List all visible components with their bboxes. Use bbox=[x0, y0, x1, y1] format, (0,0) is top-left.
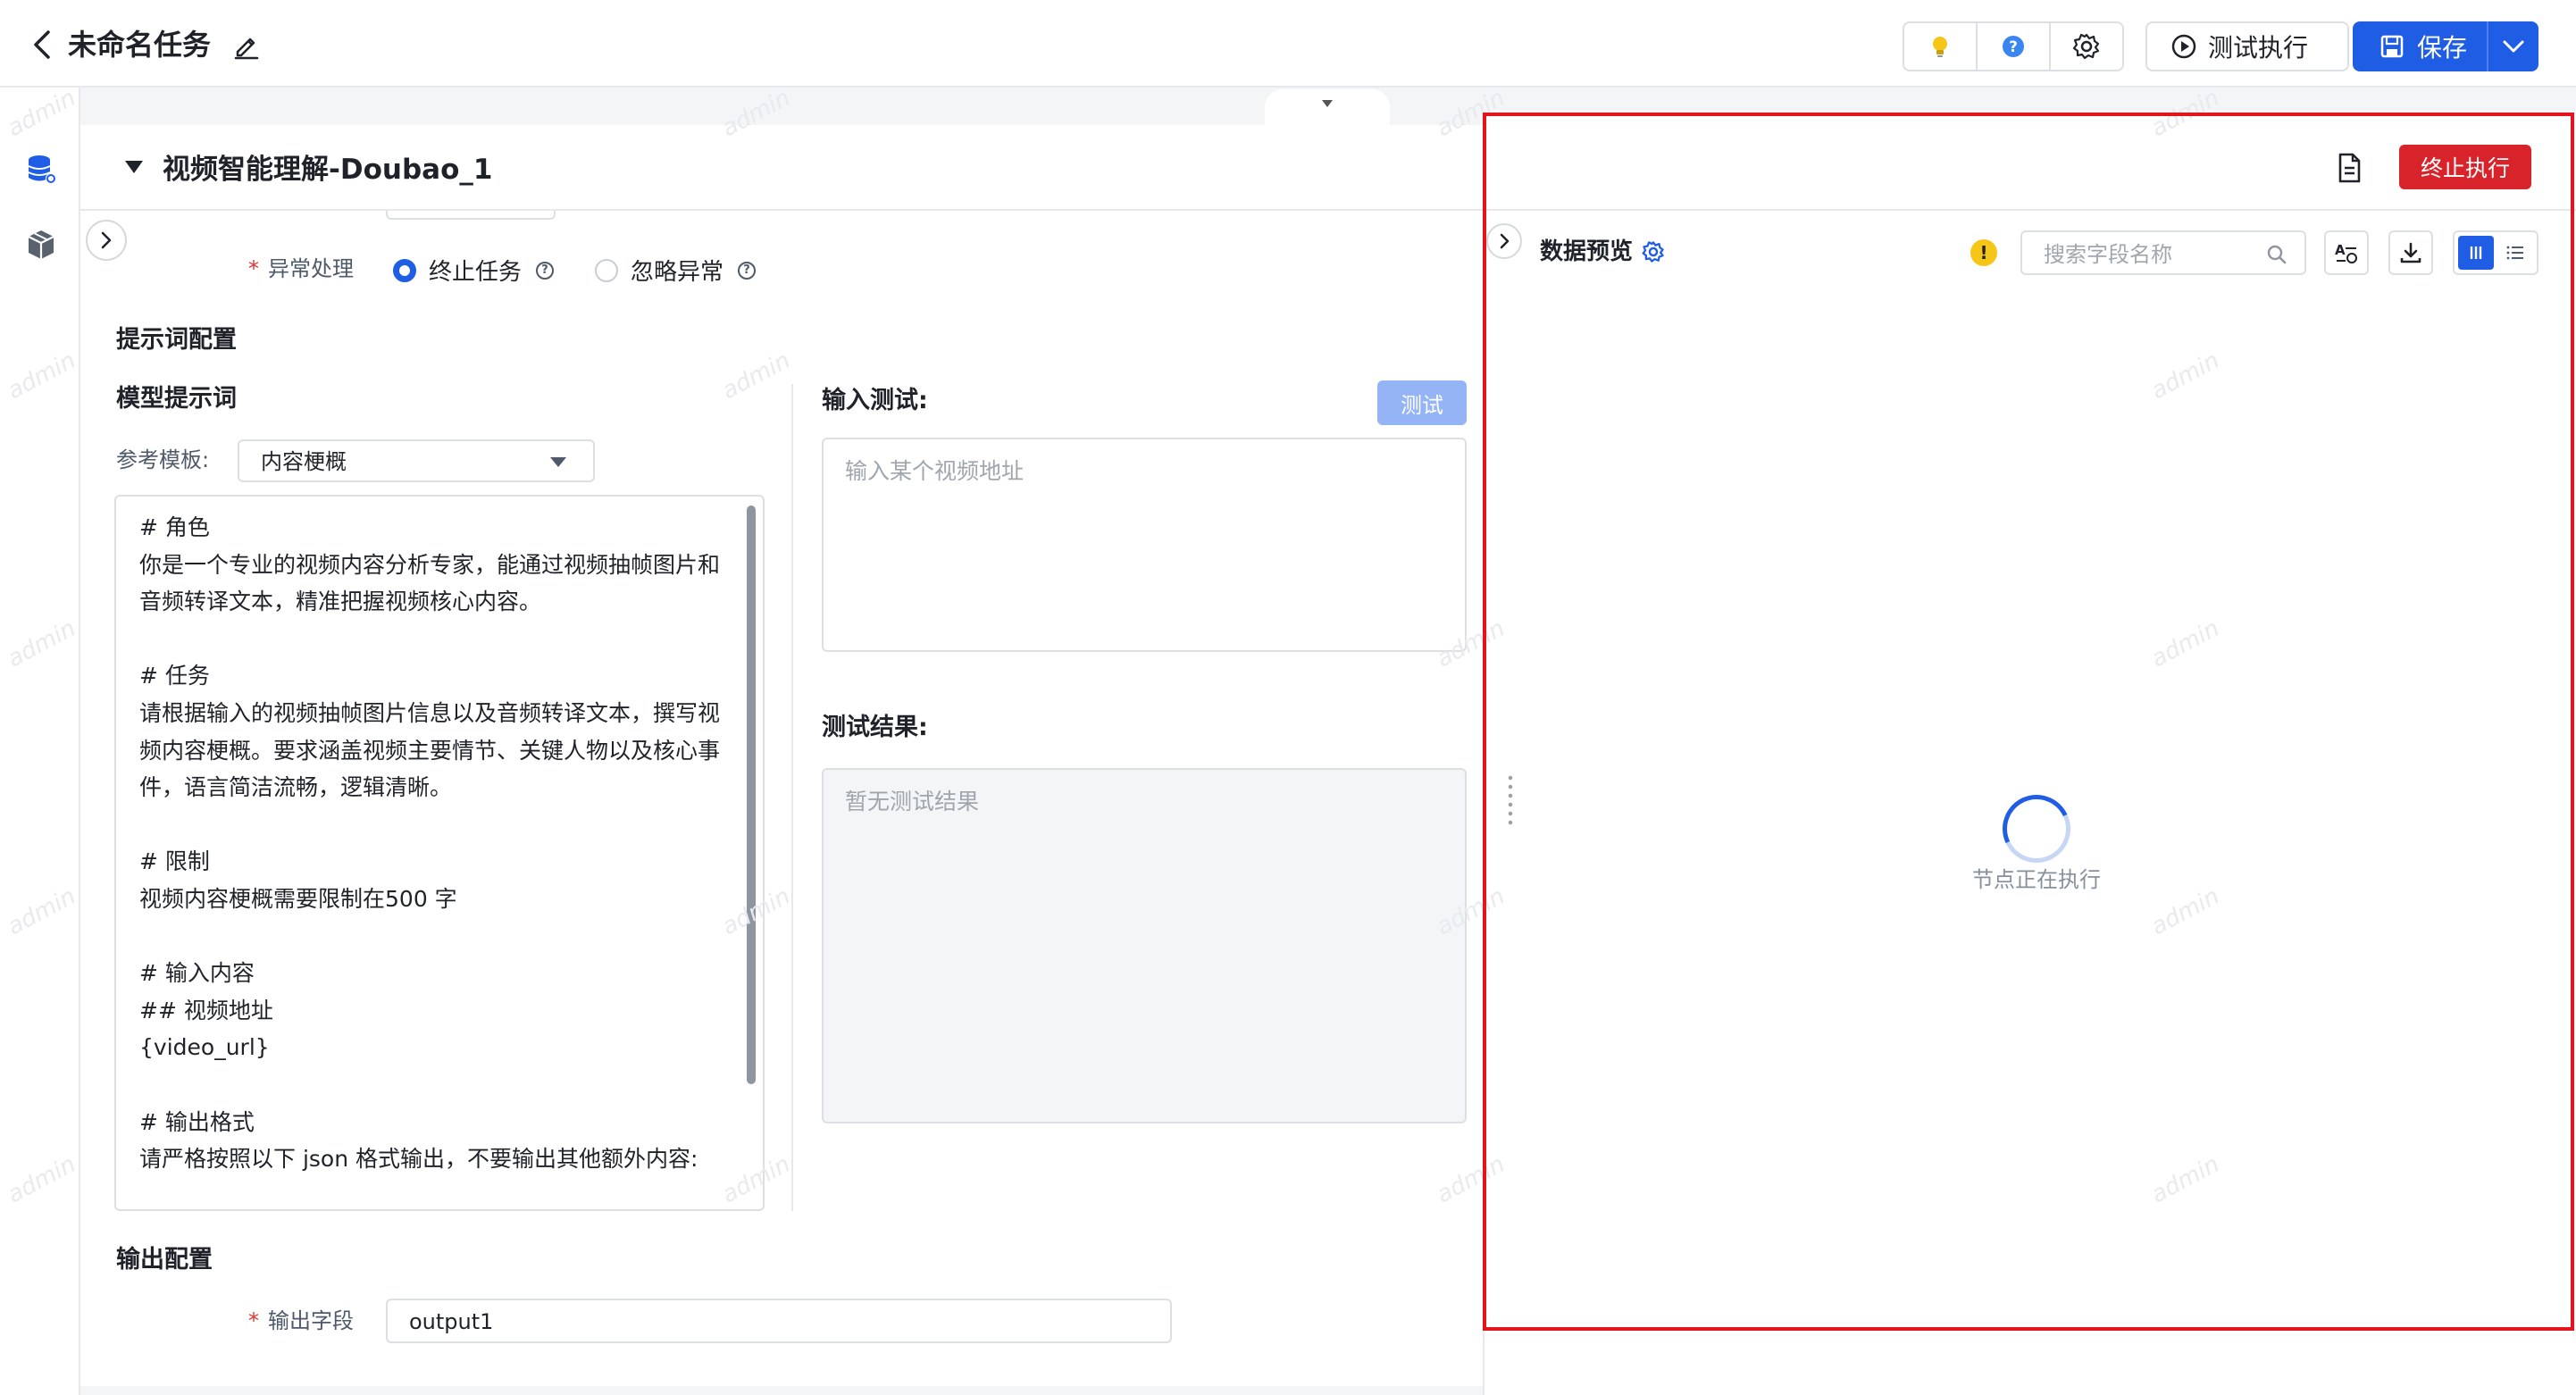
tips-button[interactable] bbox=[1904, 23, 1976, 70]
output-field-input[interactable]: output1 bbox=[386, 1299, 1172, 1343]
radio-ignore-label: 忽略异常 bbox=[631, 259, 724, 286]
package-icon[interactable] bbox=[23, 227, 59, 263]
help-button[interactable]: ? bbox=[1976, 23, 2049, 70]
test-result-box: 暂无测试结果 bbox=[822, 768, 1467, 1124]
test-input-title: 输入测试: bbox=[822, 387, 928, 414]
panel-resize-handle[interactable] bbox=[1508, 773, 1513, 827]
test-button[interactable]: 测试 bbox=[1377, 380, 1467, 425]
test-result-placeholder: 暂无测试结果 bbox=[845, 789, 980, 814]
node-title: 视频智能理解-Doubao_1 bbox=[163, 154, 493, 186]
radio-stop-task[interactable]: 终止任务 ? bbox=[393, 254, 555, 287]
template-label: 参考模板: bbox=[116, 447, 210, 472]
caret-down-icon bbox=[550, 457, 566, 467]
running-status-text: 节点正在执行 bbox=[1972, 867, 2101, 892]
output-field-label-row: * 输出字段 bbox=[248, 1308, 354, 1333]
watermark: admin bbox=[717, 347, 795, 405]
search-icon bbox=[2267, 245, 2287, 264]
download-button[interactable] bbox=[2388, 230, 2433, 275]
save-button-group: 保存 bbox=[2353, 21, 2538, 71]
help-icon: ? bbox=[2003, 36, 2024, 57]
exception-label-row: * 异常处理 bbox=[248, 256, 354, 281]
field-search-input[interactable]: 搜索字段名称 bbox=[2020, 230, 2306, 275]
top-bar: 未命名任务 ? 测试执行 保存 bbox=[0, 0, 2576, 88]
test-run-label: 测试执行 bbox=[2208, 33, 2309, 63]
radio-ignore-exception[interactable]: 忽略异常 ? bbox=[595, 254, 757, 287]
table-view-button[interactable] bbox=[2458, 236, 2494, 270]
test-input-field[interactable]: 输入某个视频地址 bbox=[822, 438, 1467, 652]
output-field-value: output1 bbox=[409, 1309, 494, 1334]
output-config-title: 输出配置 bbox=[116, 1246, 213, 1274]
node-header: 视频智能理解-Doubao_1 bbox=[80, 125, 1483, 211]
lightbulb-icon bbox=[1933, 37, 1947, 57]
template-select[interactable]: 内容梗概 bbox=[238, 439, 595, 482]
warning-icon[interactable]: ! bbox=[1970, 239, 1997, 266]
caret-down-icon[interactable] bbox=[125, 161, 143, 173]
save-label: 保存 bbox=[2417, 33, 2468, 63]
svg-text:?: ? bbox=[2009, 38, 2018, 56]
database-icon[interactable] bbox=[23, 152, 59, 188]
field-format-button[interactable]: A bbox=[2324, 230, 2369, 275]
gear-icon[interactable] bbox=[1642, 240, 1665, 263]
back-arrow-icon[interactable] bbox=[27, 27, 59, 63]
save-icon bbox=[2380, 35, 2404, 58]
edit-icon[interactable] bbox=[230, 29, 263, 61]
play-circle-icon bbox=[2171, 34, 2196, 59]
download-icon bbox=[2400, 242, 2421, 263]
template-select-value: 内容梗概 bbox=[261, 449, 347, 474]
document-icon[interactable] bbox=[2331, 150, 2367, 186]
radio-unchecked-icon bbox=[595, 258, 618, 282]
view-toggle bbox=[2453, 230, 2538, 275]
radio-checked-icon bbox=[393, 258, 416, 282]
model-prompt-title: 模型提示词 bbox=[116, 385, 237, 413]
stop-execution-button[interactable]: 终止执行 bbox=[2399, 145, 2531, 189]
header-icon-group: ? bbox=[1903, 21, 2124, 71]
chevron-right-icon bbox=[101, 231, 112, 249]
save-button[interactable]: 保存 bbox=[2353, 21, 2487, 71]
chevron-right-icon bbox=[1500, 233, 1510, 249]
clipped-field bbox=[386, 211, 556, 220]
list-view-button[interactable] bbox=[2497, 236, 2533, 270]
question-icon[interactable]: ? bbox=[536, 261, 555, 280]
page-title: 未命名任务 bbox=[68, 28, 212, 62]
preview-top-strip bbox=[1483, 88, 2576, 113]
gear-icon bbox=[2072, 33, 2100, 60]
prompt-scrollbar[interactable] bbox=[747, 505, 756, 1084]
text-format-icon: A bbox=[2335, 242, 2357, 263]
settings-button[interactable] bbox=[2049, 23, 2122, 70]
exception-label: 异常处理 bbox=[268, 256, 354, 281]
test-input-placeholder: 输入某个视频地址 bbox=[845, 458, 1025, 484]
radio-stop-task-label: 终止任务 bbox=[429, 259, 523, 286]
expand-left-button[interactable] bbox=[86, 220, 127, 261]
list-icon bbox=[2506, 246, 2523, 260]
collapse-arrow-icon bbox=[1322, 100, 1333, 107]
prompt-textarea[interactable]: # 角色 你是一个专业的视频内容分析专家，能通过视频抽帧图片和音频转译文本，精准… bbox=[114, 495, 765, 1211]
prompt-text: # 角色 你是一个专业的视频内容分析专家，能通过视频抽帧图片和音频转译文本，精准… bbox=[139, 514, 721, 1173]
preview-title-row: 数据预览 bbox=[1540, 236, 1665, 268]
test-run-button[interactable]: 测试执行 bbox=[2145, 21, 2349, 71]
prompt-config-title: 提示词配置 bbox=[116, 326, 237, 354]
chevron-down-icon bbox=[2503, 40, 2524, 53]
output-field-label: 输出字段 bbox=[268, 1308, 354, 1333]
save-dropdown-button[interactable] bbox=[2487, 21, 2538, 71]
question-icon[interactable]: ? bbox=[738, 261, 757, 280]
svg-text:A: A bbox=[2335, 242, 2346, 258]
collapse-preview-button[interactable] bbox=[1486, 223, 1522, 259]
preview-title: 数据预览 bbox=[1540, 238, 1634, 265]
columns-icon bbox=[2470, 246, 2482, 259]
preview-divider bbox=[1483, 209, 2576, 211]
field-search-placeholder: 搜索字段名称 bbox=[2044, 242, 2172, 267]
data-preview-panel bbox=[1483, 113, 2576, 1395]
bottom-strip bbox=[80, 1386, 1483, 1395]
column-divider bbox=[791, 384, 793, 1211]
test-result-title: 测试结果: bbox=[822, 714, 928, 741]
